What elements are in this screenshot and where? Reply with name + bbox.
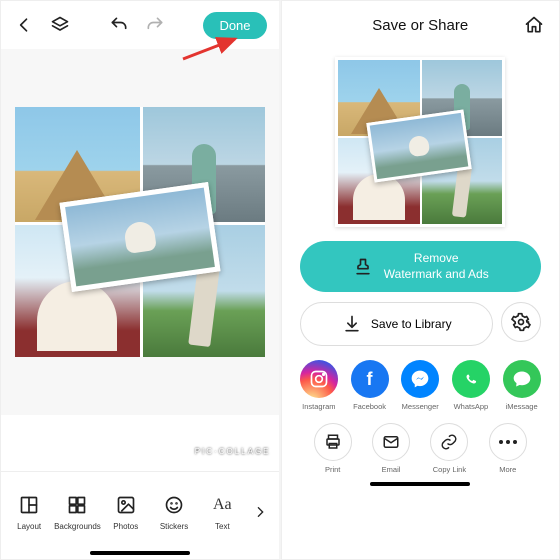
instagram-icon: [300, 360, 338, 398]
redo-icon[interactable]: [144, 14, 166, 36]
settings-button[interactable]: [501, 302, 541, 342]
backgrounds-icon: [66, 492, 88, 518]
tool-backgrounds[interactable]: Backgrounds: [53, 492, 101, 531]
home-indicator: [370, 482, 470, 486]
tool-label: Backgrounds: [54, 522, 101, 531]
more-icon: [489, 423, 527, 461]
facebook-icon: f: [351, 360, 389, 398]
action-label: Print: [325, 465, 340, 474]
save-to-library-button[interactable]: Save to Library: [300, 302, 494, 346]
share-screen: Save or Share Remove Watermark and Ads S…: [281, 0, 560, 560]
tool-layout[interactable]: Layout: [5, 492, 53, 531]
tool-label: Layout: [17, 522, 41, 531]
share-targets: Instagram f Facebook Messenger WhatsApp i…: [282, 360, 560, 411]
share-whatsapp[interactable]: WhatsApp: [452, 360, 490, 411]
action-targets: Print Email Copy Link More: [282, 423, 560, 482]
page-title: Save or Share: [372, 17, 468, 34]
canvas-area[interactable]: [1, 49, 279, 415]
remove-watermark-button[interactable]: Remove Watermark and Ads: [300, 241, 542, 292]
share-label: Instagram: [302, 402, 335, 411]
stamp-icon: [352, 256, 374, 278]
action-copylink[interactable]: Copy Link: [430, 423, 468, 474]
tool-label: Text: [215, 522, 230, 531]
share-label: iMessage: [506, 402, 538, 411]
toolbar-more-icon[interactable]: [246, 504, 274, 520]
print-icon: [314, 423, 352, 461]
tool-label: Photos: [113, 522, 138, 531]
tool-label: Stickers: [160, 522, 188, 531]
text-icon: Aa: [211, 492, 233, 518]
action-email[interactable]: Email: [372, 423, 410, 474]
email-icon: [372, 423, 410, 461]
back-icon[interactable]: [13, 14, 35, 36]
photos-icon: [115, 492, 137, 518]
share-label: WhatsApp: [454, 402, 489, 411]
stickers-icon: [163, 492, 185, 518]
action-label: Email: [382, 465, 401, 474]
home-indicator: [90, 551, 190, 555]
collage-preview: [15, 107, 265, 357]
editor-toolbar: Layout Backgrounds Photos Stickers Aa Te…: [1, 471, 279, 551]
done-button[interactable]: Done: [203, 12, 266, 39]
share-topbar: Save or Share: [282, 1, 560, 49]
action-label: More: [499, 465, 516, 474]
tool-photos[interactable]: Photos: [102, 492, 150, 531]
imessage-icon: [503, 360, 541, 398]
tool-text[interactable]: Aa Text: [198, 492, 246, 531]
whatsapp-icon: [452, 360, 490, 398]
watermark-text: PIC·COLLAGE: [195, 447, 271, 456]
share-label: Messenger: [402, 402, 439, 411]
action-more[interactable]: More: [489, 423, 527, 474]
editor-topbar: Done: [1, 1, 279, 49]
home-icon[interactable]: [523, 14, 545, 36]
share-label: Facebook: [353, 402, 386, 411]
share-imessage[interactable]: iMessage: [503, 360, 541, 411]
tool-stickers[interactable]: Stickers: [150, 492, 198, 531]
share-messenger[interactable]: Messenger: [401, 360, 439, 411]
share-instagram[interactable]: Instagram: [300, 360, 338, 411]
action-label: Copy Link: [433, 465, 466, 474]
link-icon: [430, 423, 468, 461]
layout-icon: [18, 492, 40, 518]
undo-icon[interactable]: [108, 14, 130, 36]
button-label: Remove Watermark and Ads: [384, 251, 489, 282]
download-icon: [341, 313, 363, 335]
action-print[interactable]: Print: [314, 423, 352, 474]
messenger-icon: [401, 360, 439, 398]
editor-screen: Done PIC·COLLAGE Layout Backgrounds: [0, 0, 281, 560]
collage-thumbnail[interactable]: [335, 57, 505, 227]
button-label: Save to Library: [371, 317, 452, 331]
gear-icon: [510, 311, 532, 333]
share-facebook[interactable]: f Facebook: [351, 360, 389, 411]
layers-icon[interactable]: [49, 14, 71, 36]
